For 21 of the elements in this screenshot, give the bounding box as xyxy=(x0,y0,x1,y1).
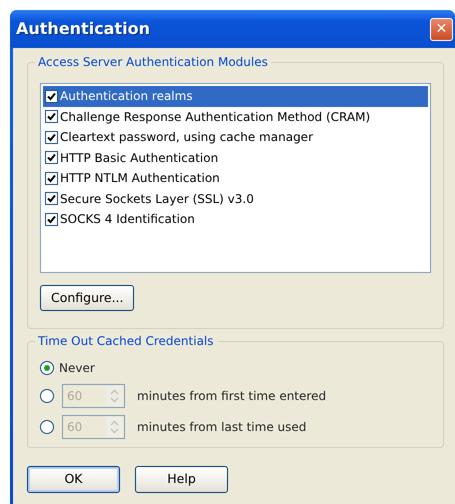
list-item[interactable]: Challenge Response Authentication Method (CRAM) xyxy=(60,108,428,126)
list-item[interactable]: Secure Sockets Layer (SSL) v3.0 xyxy=(60,190,428,208)
checkbox[interactable] xyxy=(45,90,58,103)
checkbox[interactable] xyxy=(45,151,58,164)
list-item[interactable]: SOCKS 4 Identification xyxy=(60,210,428,228)
checkbox[interactable] xyxy=(45,172,58,185)
list-item[interactable]: Cleartext password, using cache manager xyxy=(60,128,428,146)
list-item[interactable]: HTTP NTLM Authentication xyxy=(60,169,428,188)
ok-button[interactable]: OK xyxy=(27,466,120,493)
window-title: Authentication xyxy=(16,18,150,40)
checkbox[interactable] xyxy=(45,192,58,206)
configure-button[interactable]: Configure... xyxy=(40,285,134,311)
help-button[interactable]: Help xyxy=(135,466,228,493)
option-label: minutes from first time entered xyxy=(137,388,326,404)
option-label: minutes from last time used xyxy=(137,418,306,436)
checkbox[interactable] xyxy=(45,212,58,226)
checkbox[interactable] xyxy=(45,130,58,144)
option-label: Never xyxy=(59,360,95,377)
radio-button[interactable] xyxy=(40,361,54,375)
checkbox[interactable] xyxy=(45,110,58,124)
list-item[interactable]: HTTP Basic Authentication xyxy=(60,148,428,167)
